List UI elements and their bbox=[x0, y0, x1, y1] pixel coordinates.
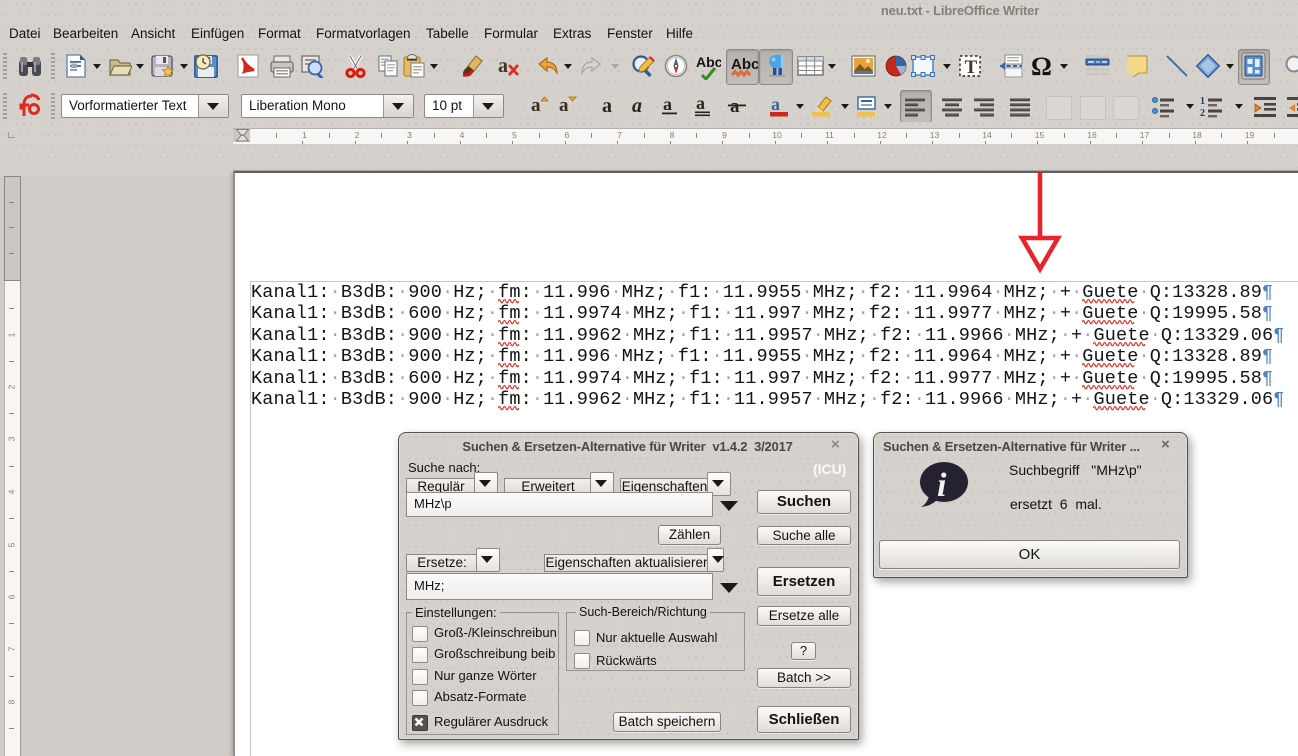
svg-text:a: a bbox=[730, 96, 740, 117]
svg-text:1: 1 bbox=[1200, 96, 1205, 107]
svg-text:i: i bbox=[937, 467, 947, 504]
svg-text:a: a bbox=[632, 95, 642, 117]
svg-text:a: a bbox=[531, 95, 541, 116]
svg-text:T: T bbox=[965, 57, 978, 78]
svg-text:a: a bbox=[696, 95, 705, 113]
svg-text:a: a bbox=[498, 55, 508, 77]
svg-text:a: a bbox=[771, 95, 780, 114]
svg-text:a: a bbox=[559, 95, 569, 116]
svg-text:Abc: Abc bbox=[696, 54, 721, 70]
svg-text:a: a bbox=[602, 95, 612, 117]
svg-text:Ω: Ω bbox=[1031, 52, 1052, 79]
svg-text:a: a bbox=[663, 95, 672, 114]
svg-text:2: 2 bbox=[1200, 108, 1205, 119]
